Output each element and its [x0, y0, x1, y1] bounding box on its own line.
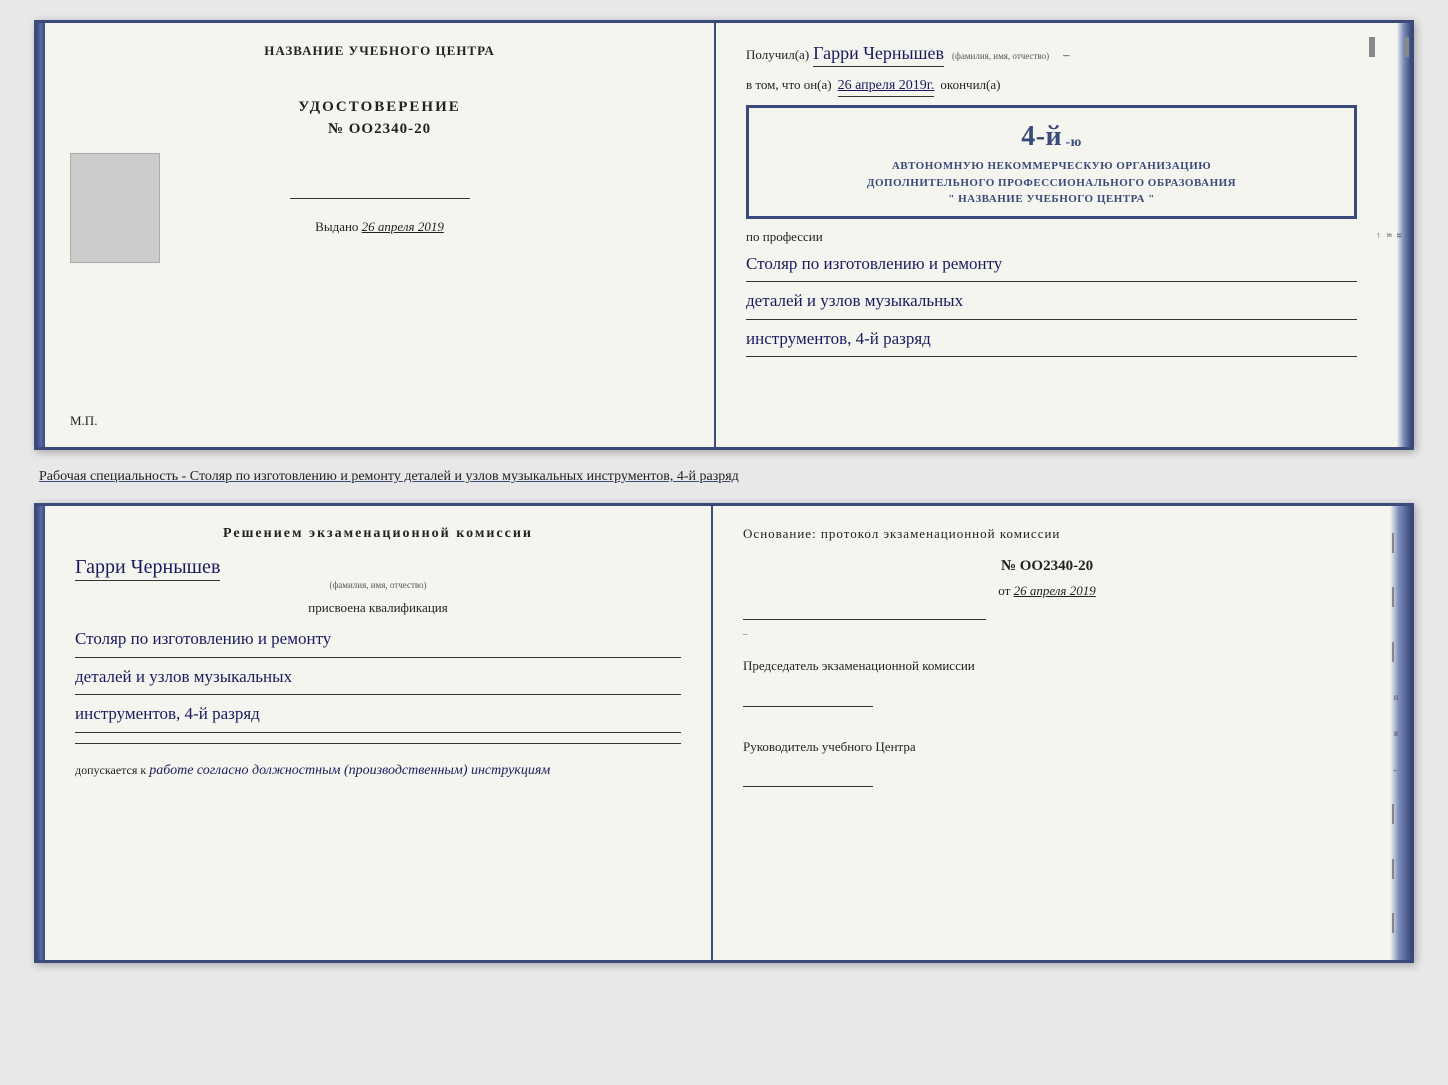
dopusk-prefix: допускается к	[75, 763, 146, 777]
rukovo-block: Руководитель учебного Центра	[743, 737, 1351, 788]
doc-spine-bottom	[37, 506, 45, 960]
edge-dash-2	[1405, 37, 1407, 57]
recipient-name-bottom: Гарри Чернышев	[75, 556, 220, 581]
edge-letter-ya-b: я	[1392, 728, 1401, 738]
bottom-left-page: Решением экзаменационной комиссии Гарри …	[45, 506, 713, 960]
doc-spine-top	[37, 23, 45, 447]
stamp-line3: " НАЗВАНИЕ УЧЕБНОГО ЦЕНТРА "	[763, 191, 1340, 208]
dopuskaetsya-row: допускается к работе согласно должностны…	[75, 760, 681, 781]
edge-content-bottom: и я ←	[1390, 506, 1403, 960]
cert-number-top: № OO2340-20	[328, 121, 431, 138]
dash-right-1: –	[743, 629, 748, 639]
stamp-suffix: -ю	[1065, 135, 1081, 150]
edge-letter-and-b: и	[1392, 692, 1401, 702]
top-left-page: НАЗВАНИЕ УЧЕБНОГО ЦЕНТРА УДОСТОВЕРЕНИЕ №…	[45, 23, 716, 447]
edge-dash-b3	[1392, 642, 1394, 662]
okonchil-label: окончил(а)	[940, 77, 1000, 93]
vydano-row: Выдано 26 апреля 2019	[315, 219, 444, 235]
caption-text: Рабочая специальность - Столяр по изгото…	[34, 466, 1414, 487]
edge-letter-and: и	[1395, 33, 1405, 437]
top-certificate-spread: НАЗВАНИЕ УЧЕБНОГО ЦЕНТРА УДОСТОВЕРЕНИЕ №…	[34, 20, 1414, 450]
profession-line1-top: Столяр по изготовлению и ремонту	[746, 249, 1357, 283]
signature-line-left	[290, 198, 470, 199]
bottom-certificate-spread: Решением экзаменационной комиссии Гарри …	[34, 503, 1414, 963]
sep-line-right-1	[743, 619, 986, 620]
top-right-page: Получил(а) Гарри Чернышев (фамилия, имя,…	[716, 23, 1387, 447]
stamp-big-num: 4-й	[1021, 121, 1062, 152]
cert-center-block: УДОСТОВЕРЕНИЕ № OO2340-20 Выдано 26 апре…	[290, 99, 470, 235]
vydano-label: Выдано	[315, 219, 358, 234]
fio-label-bottom: (фамилия, имя, отчество)	[75, 580, 681, 590]
ot-prefix: от	[998, 583, 1010, 598]
mp-label: М.П.	[70, 413, 97, 429]
ot-date: 26 апреля 2019	[1014, 583, 1096, 598]
profession-block-top: Столяр по изготовлению и ремонту деталей…	[746, 249, 1357, 358]
name-block-bottom: Гарри Чернышев (фамилия, имя, отчество)	[75, 556, 681, 590]
profession-line1-bottom: Столяр по изготовлению и ремонту	[75, 624, 681, 658]
dopusk-text: работе согласно должностным (производств…	[149, 763, 550, 778]
doc-number-bottom: № OO2340-20	[743, 558, 1351, 575]
profession-line3-top: инструментов, 4-й разряд	[746, 324, 1357, 358]
stamp-line1: АВТОНОМНУЮ НЕКОММЕРЧЕСКУЮ ОРГАНИЗАЦИЮ	[763, 158, 1340, 175]
edge-dash-b2	[1392, 587, 1394, 607]
cert-type-label: УДОСТОВЕРЕНИЕ	[298, 99, 461, 116]
photo-placeholder	[70, 153, 160, 263]
vydano-date: 26 апреля 2019	[362, 219, 444, 234]
edge-dash-b6	[1392, 913, 1394, 933]
po-professii-label: по профессии	[746, 229, 1357, 245]
rukovo-sign-line	[743, 786, 873, 787]
profession-line2-top: деталей и узлов музыкальных	[746, 286, 1357, 320]
fio-label-top: (фамилия, имя, отчество)	[952, 51, 1049, 61]
vtom-prefix: в том, что он(а)	[746, 77, 832, 93]
resheniem-title: Решением экзаменационной комиссии	[75, 526, 681, 542]
edge-dash-b4	[1392, 804, 1394, 824]
predsedatel-block: Председатель экзаменационной комиссии	[743, 656, 1351, 707]
vtom-date: 26 апреля 2019г.	[838, 78, 935, 97]
right-edge-bottom: и я ←	[1381, 506, 1411, 960]
recipient-name-top: Гарри Чернышев	[813, 43, 944, 67]
rukovo-label: Руководитель учебного Центра	[743, 739, 916, 754]
edge-dash-b1	[1392, 533, 1394, 553]
stamp-line2: ДОПОЛНИТЕЛЬНОГО ПРОФЕССИОНАЛЬНОГО ОБРАЗО…	[763, 175, 1340, 192]
edge-dash-b5	[1392, 859, 1394, 879]
separator-line	[75, 743, 681, 744]
edge-dash-1	[1407, 37, 1409, 57]
predsedatel-sign-line	[743, 706, 873, 707]
vtom-row: в том, что он(а) 26 апреля 2019г. окончи…	[746, 77, 1357, 97]
profession-line3-bottom: инструментов, 4-й разряд	[75, 699, 681, 733]
bottom-right-page: Основание: протокол экзаменационной коми…	[713, 506, 1381, 960]
ot-row: от 26 апреля 2019	[743, 583, 1351, 599]
predsedatel-label: Председатель экзаменационной комиссии	[743, 658, 975, 673]
stamp-block: 4-й -ю АВТОНОМНУЮ НЕКОММЕРЧЕСКУЮ ОРГАНИЗ…	[746, 105, 1357, 219]
profession-line2-bottom: деталей и узлов музыкальных	[75, 662, 681, 696]
poluchil-row: Получил(а) Гарри Чернышев (фамилия, имя,…	[746, 43, 1357, 67]
osnovanie-title: Основание: протокол экзаменационной коми…	[743, 526, 1351, 542]
prisvoena-label: присвоена квалификация	[75, 600, 681, 616]
edge-letter-k-b: ←	[1392, 764, 1401, 774]
dash-poluchil: –	[1063, 47, 1070, 63]
school-name-top: НАЗВАНИЕ УЧЕБНОГО ЦЕНТРА	[264, 43, 495, 59]
profession-block-bottom: Столяр по изготовлению и ремонту деталей…	[75, 624, 681, 733]
right-edge-top: и я ←	[1387, 23, 1411, 447]
poluchil-prefix: Получил(а)	[746, 47, 809, 63]
